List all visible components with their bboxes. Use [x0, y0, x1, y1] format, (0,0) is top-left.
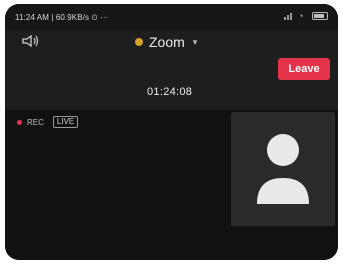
speaker-icon[interactable] — [21, 34, 41, 48]
shield-icon — [135, 38, 143, 46]
status-bar: 11:24 AM | 60.9KB/s ⏲ ··· ◔ — [5, 4, 338, 30]
meeting-title[interactable]: Zoom ▾ — [135, 34, 197, 50]
status-icons: ◔ — [284, 11, 328, 21]
meeting-timer: 01:24:08 — [147, 86, 193, 98]
recording-indicator: REC LIVE — [17, 116, 79, 128]
leave-button[interactable]: Leave — [278, 58, 330, 80]
chevron-down-icon: ▾ — [192, 36, 198, 47]
record-dot-icon — [17, 119, 22, 125]
battery-icon — [312, 12, 328, 20]
app-title: Zoom — [149, 34, 185, 50]
signal-icon — [284, 12, 294, 20]
status-left-text: 11:24 AM | 60.9KB/s ⏲ ··· — [15, 13, 109, 22]
avatar-icon — [257, 134, 309, 204]
rec-label: REC — [27, 117, 44, 127]
live-badge: LIVE — [52, 116, 79, 128]
wifi-icon: ◔ — [298, 11, 304, 21]
participant-video-tile[interactable] — [231, 112, 335, 226]
phone-screen: 11:24 AM | 60.9KB/s ⏲ ··· ◔ Zoom ▾ 01:24… — [5, 4, 338, 260]
